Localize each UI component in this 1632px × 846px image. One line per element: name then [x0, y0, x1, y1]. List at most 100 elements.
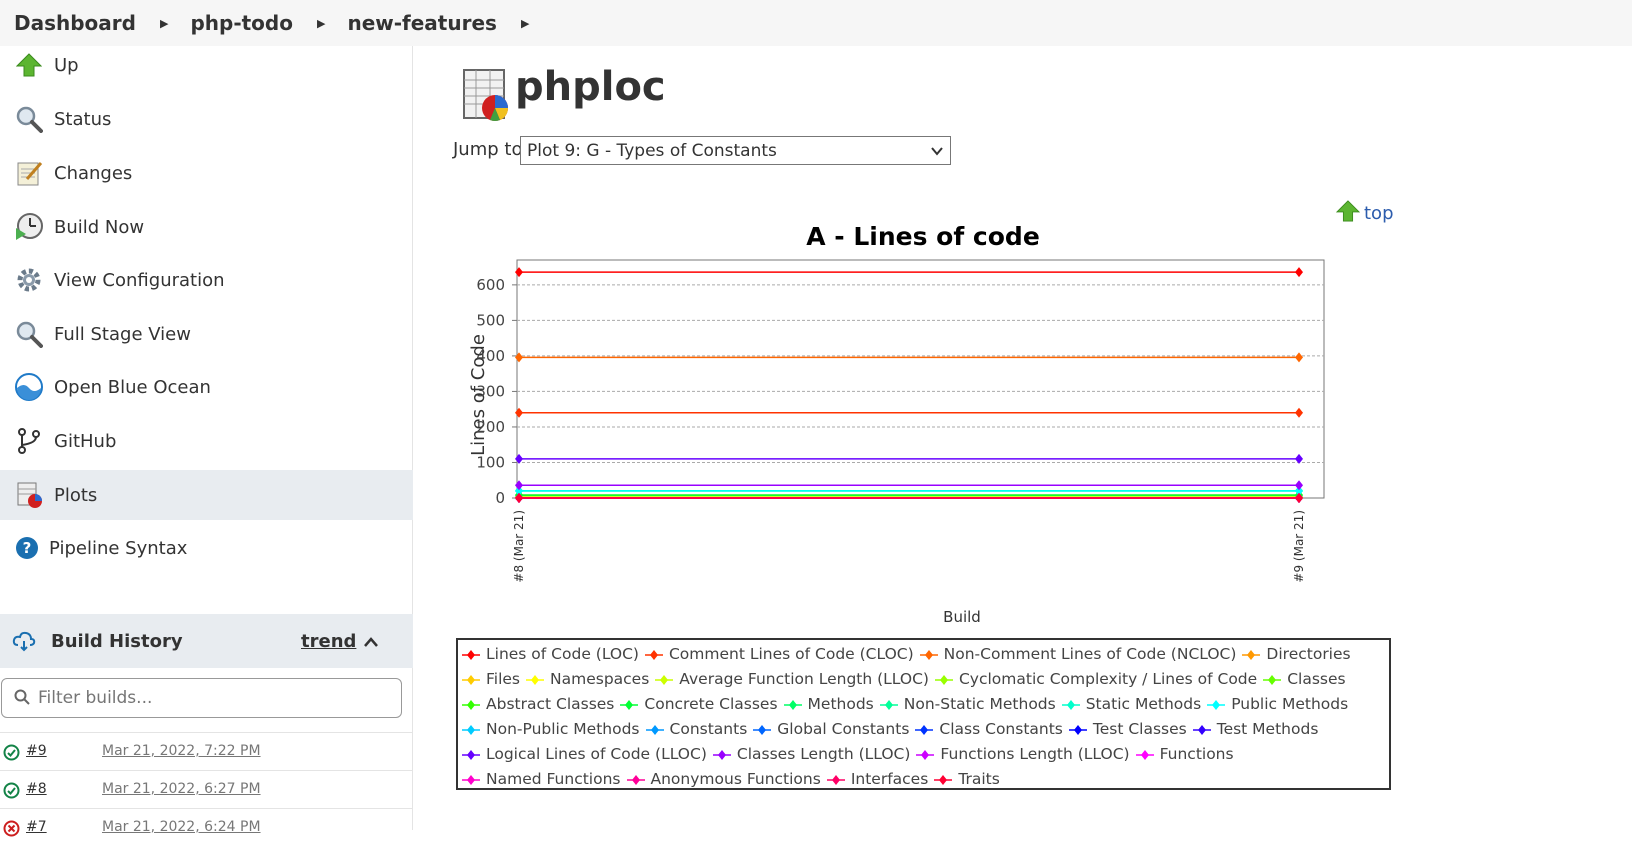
sidebar-item-changes[interactable]: Changes [0, 148, 413, 198]
legend-marker-icon [712, 749, 731, 760]
magnifier-icon [14, 319, 44, 349]
y-tick-label: 100 [476, 453, 505, 471]
legend-label: Directories [1266, 645, 1351, 663]
legend-label: Public Methods [1231, 695, 1349, 713]
legend-marker-icon [879, 699, 898, 710]
legend-item: Average Function Length (LLOC) [655, 667, 929, 692]
jump-to-selected-value: Plot 9: G - Types of Constants [527, 140, 777, 161]
chevron-down-icon [930, 143, 944, 163]
build-number-link[interactable]: #9 [26, 743, 47, 759]
legend-item: Lines of Code (LOC) [462, 642, 639, 667]
build-number-link[interactable]: #7 [26, 819, 47, 835]
blue-ocean-icon [14, 372, 44, 402]
legend-row: Lines of Code (LOC) Comment Lines of Code… [462, 642, 1385, 667]
x-tick-label: #8 (Mar 21) [512, 510, 526, 583]
success-icon [3, 782, 20, 799]
legend-item: Methods [783, 692, 874, 717]
legend-label: Files [486, 670, 521, 688]
legend-item: Directories [1242, 642, 1351, 667]
legend-marker-icon [1263, 674, 1282, 685]
sidebar-item-label: Changes [54, 162, 133, 184]
legend-marker-icon [826, 774, 845, 785]
legend-marker-icon [526, 674, 545, 685]
legend-label: Test Classes [1092, 720, 1187, 738]
up-arrow-icon [14, 50, 44, 80]
y-tick-label: 300 [476, 382, 505, 400]
breadcrumb-item-project[interactable]: php-todo [190, 11, 293, 35]
magnifier-icon [14, 104, 44, 134]
build-history-header: Build History trend [0, 614, 413, 668]
sidebar-item-label: Plots [54, 484, 98, 506]
build-date-link[interactable]: Mar 21, 2022, 7:22 PM [102, 743, 261, 759]
sidebar-item-view-configuration[interactable]: View Configuration [0, 255, 413, 305]
y-tick-label: 500 [476, 311, 505, 329]
chevron-right-icon[interactable]: ▶ [317, 17, 325, 30]
sidebar-item-status[interactable]: Status [0, 94, 413, 144]
build-row[interactable]: #7 Mar 21, 2022, 6:24 PM [0, 808, 413, 846]
legend-item: Traits [934, 767, 1000, 792]
sidebar: Up Status Changes Build Now View Configu… [0, 46, 413, 837]
legend-item: Global Constants [753, 717, 909, 742]
build-row[interactable]: #8 Mar 21, 2022, 6:27 PM [0, 770, 413, 808]
legend-marker-icon [462, 674, 480, 685]
sidebar-item-full-stage-view[interactable]: Full Stage View [0, 309, 413, 359]
chevron-up-icon[interactable] [363, 632, 379, 653]
legend-marker-icon [1192, 724, 1211, 735]
legend-label: Traits [958, 770, 1000, 788]
legend-label: Non-Comment Lines of Code (NCLOC) [943, 645, 1237, 663]
filter-builds-field[interactable] [1, 678, 402, 718]
chevron-right-icon[interactable]: ▶ [160, 17, 168, 30]
jump-to-select[interactable]: Plot 9: G - Types of Constants [520, 136, 951, 165]
notepad-icon [14, 158, 44, 188]
sidebar-item-open-blue-ocean[interactable]: Open Blue Ocean [0, 362, 413, 412]
legend-label: Functions Length (LLOC) [940, 745, 1130, 763]
sidebar-item-github[interactable]: GitHub [0, 416, 413, 466]
legend-label: Comment Lines of Code (CLOC) [668, 645, 914, 663]
plot-icon [14, 480, 44, 510]
legend-label: Abstract Classes [486, 695, 615, 713]
chevron-right-icon[interactable]: ▶ [521, 17, 529, 30]
legend-item: Concrete Classes [620, 692, 778, 717]
legend-label: Logical Lines of Code (LLOC) [486, 745, 707, 763]
sidebar-item-up[interactable]: Up [0, 40, 413, 90]
legend-label: Static Methods [1085, 695, 1202, 713]
clock-play-icon [14, 212, 44, 242]
legend-item: Classes [1263, 667, 1346, 692]
legend-marker-icon [462, 774, 480, 785]
legend-row: Abstract Classes Concrete Classes Methods N… [462, 692, 1385, 717]
legend-label: Interfaces [850, 770, 929, 788]
trend-link[interactable]: trend [301, 631, 356, 652]
breadcrumb-item-dashboard[interactable]: Dashboard [14, 11, 136, 35]
legend-item: Abstract Classes [462, 692, 614, 717]
build-date-link[interactable]: Mar 21, 2022, 6:27 PM [102, 781, 261, 797]
sidebar-item-plots[interactable]: Plots [0, 470, 413, 520]
legend-label: Classes [1287, 670, 1346, 688]
page-title: phploc [515, 64, 666, 110]
git-branch-icon [14, 426, 44, 456]
legend-row: Logical Lines of Code (LLOC) Classes Leng… [462, 742, 1385, 767]
legend-marker-icon [915, 724, 934, 735]
chart-title: A - Lines of code [806, 222, 1040, 251]
legend-item: Class Constants [915, 717, 1063, 742]
help-icon: ? [12, 533, 42, 563]
search-icon [14, 689, 30, 709]
build-row[interactable]: #9 Mar 21, 2022, 7:22 PM [0, 732, 413, 770]
sidebar-item-build-now[interactable]: Build Now [0, 202, 413, 252]
x-tick-label: #9 (Mar 21) [1292, 510, 1306, 583]
filter-builds-input[interactable] [38, 688, 378, 708]
legend-item: Files [462, 667, 520, 692]
legend-label: Global Constants [777, 720, 910, 738]
legend-label: Classes Length (LLOC) [736, 745, 911, 763]
cloud-icon [12, 630, 36, 657]
legend-label: Functions [1159, 745, 1234, 763]
breadcrumb-item-branch[interactable]: new-features [347, 11, 496, 35]
sidebar-item-pipeline-syntax[interactable]: ? Pipeline Syntax [0, 523, 413, 573]
legend-marker-icon [916, 749, 935, 760]
build-date-link[interactable]: Mar 21, 2022, 6:24 PM [102, 819, 261, 835]
legend-row: Named Functions Anonymous Functions Interf… [462, 767, 1385, 792]
legend-marker-icon [1068, 724, 1087, 735]
legend-marker-icon [462, 649, 480, 660]
legend-label: Cyclomatic Complexity / Lines of Code [958, 670, 1258, 688]
build-number-link[interactable]: #8 [26, 781, 47, 797]
gear-icon [14, 265, 44, 295]
